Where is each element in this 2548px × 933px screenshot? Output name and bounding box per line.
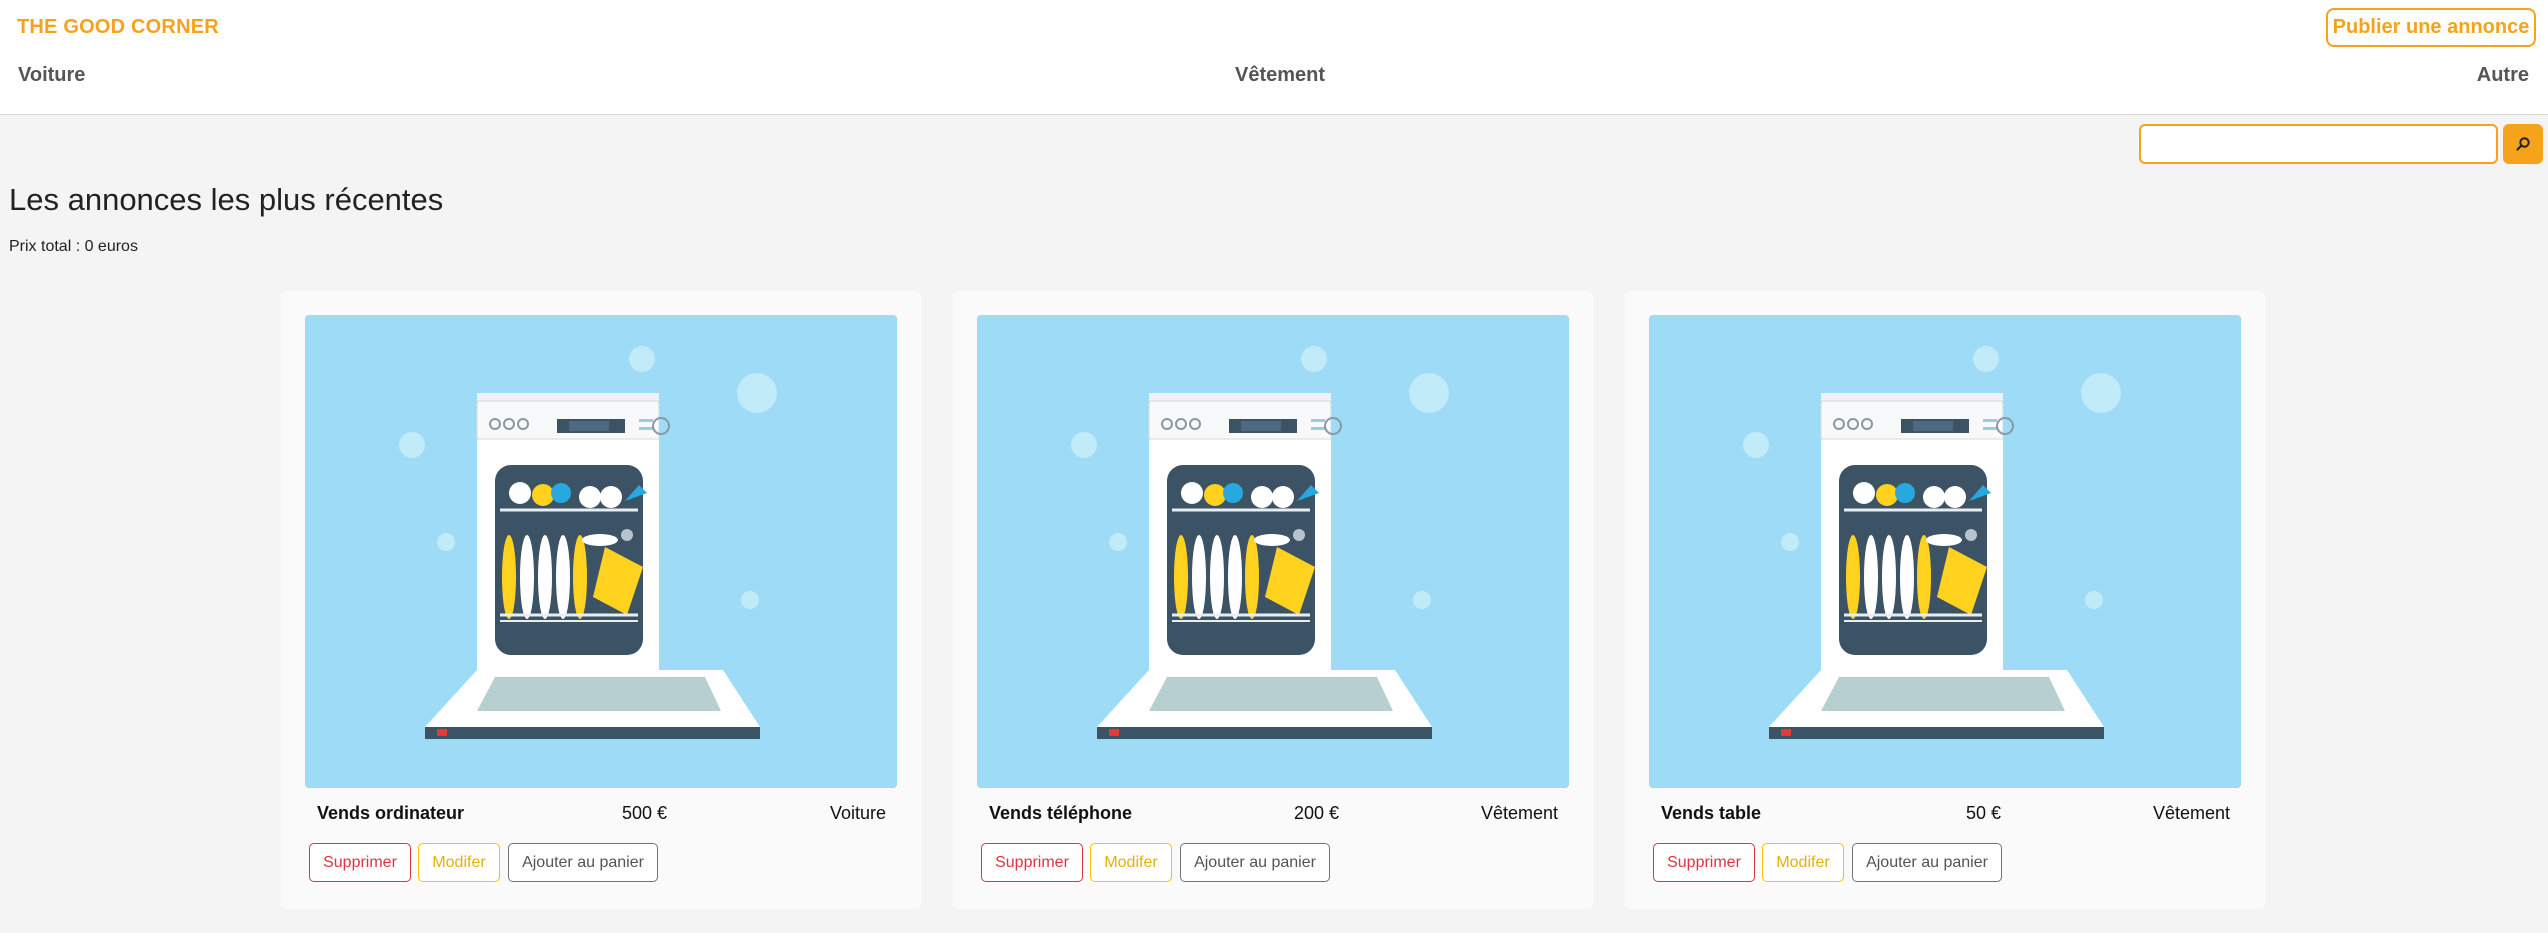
ad-title[interactable]: Vends téléphone [989, 803, 1132, 824]
ad-image[interactable] [977, 315, 1569, 788]
search-icon [2516, 137, 2530, 151]
ad-card: Vends téléphone 200 € Vêtement Supprimer… [953, 291, 1593, 909]
ad-card: Vends table 50 € Vêtement Supprimer Modi… [1625, 291, 2265, 909]
top-navbar: THE GOOD CORNER Publier une annonce Voit… [0, 0, 2548, 115]
add-to-cart-button[interactable]: Ajouter au panier [1180, 843, 1330, 882]
ad-card: Vends ordinateur 500 € Voiture Supprimer… [281, 291, 921, 909]
category-link-voiture[interactable]: Voiture [18, 64, 85, 87]
dishwasher-illustration [305, 315, 897, 788]
ad-price: 500 € [622, 803, 668, 823]
ad-image[interactable] [1649, 315, 2241, 788]
edit-button[interactable]: Modifer [418, 843, 500, 882]
delete-button[interactable]: Supprimer [1653, 843, 1755, 882]
search-button[interactable] [2503, 124, 2543, 164]
publish-ad-button[interactable]: Publier une annonce [2326, 8, 2536, 47]
ad-image[interactable] [305, 315, 897, 788]
add-to-cart-button[interactable]: Ajouter au panier [1852, 843, 2002, 882]
dishwasher-illustration [1649, 315, 2241, 788]
add-to-cart-button[interactable]: Ajouter au panier [508, 843, 658, 882]
search-input[interactable] [2139, 124, 2498, 164]
ad-category: Vêtement [1480, 803, 1558, 823]
edit-button[interactable]: Modifer [1762, 843, 1844, 882]
edit-button[interactable]: Modifer [1090, 843, 1172, 882]
ad-title[interactable]: Vends ordinateur [317, 803, 464, 824]
delete-button[interactable]: Supprimer [309, 843, 411, 882]
dishwasher-illustration [977, 315, 1569, 788]
ad-price: 50 € [1966, 803, 2002, 823]
total-price: Prix total : 0 euros [9, 238, 138, 255]
ad-title[interactable]: Vends table [1661, 803, 1761, 824]
site-logo[interactable]: THE GOOD CORNER [17, 16, 219, 39]
category-link-vetement[interactable]: Vêtement [1235, 64, 1325, 87]
category-link-autre[interactable]: Autre [2477, 64, 2529, 87]
delete-button[interactable]: Supprimer [981, 843, 1083, 882]
ad-category: Vêtement [2152, 803, 2230, 823]
page-title: Les annonces les plus récentes [9, 182, 444, 217]
ad-category: Voiture [829, 803, 886, 823]
ad-price: 200 € [1294, 803, 1340, 823]
